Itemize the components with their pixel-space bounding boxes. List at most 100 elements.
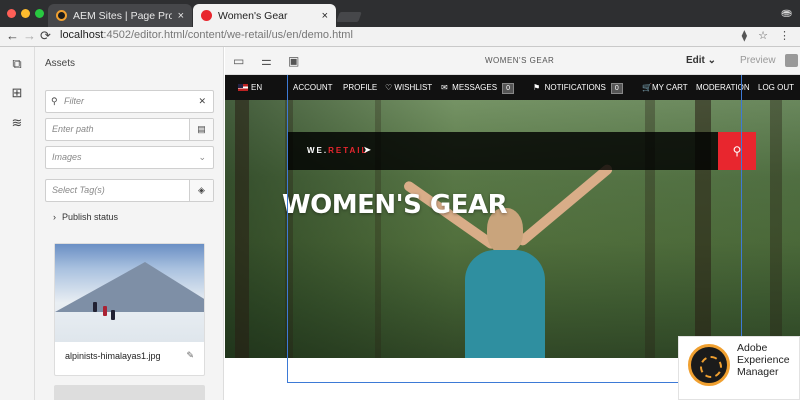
new-tab-button[interactable] <box>336 12 362 22</box>
close-tab-icon[interactable]: × <box>178 10 184 22</box>
site-header-bar: WE.RETAIL ➤ <box>288 132 718 170</box>
tags-placeholder: Select Tag(s) <box>52 185 105 195</box>
cart-label: MY CART <box>651 83 688 92</box>
minimize-window-button[interactable] <box>21 9 30 18</box>
path-field[interactable]: Enter path ▤ <box>45 118 214 141</box>
hero-title: WOMEN'S GEAR <box>282 190 508 220</box>
url-host: localhost <box>60 29 104 41</box>
climber-figure <box>111 310 115 320</box>
assets-title: Assets <box>45 58 76 69</box>
aem-wordmark-line3: Manager <box>737 366 779 378</box>
nav-logout[interactable]: LOG OUT <box>758 83 794 92</box>
browser-action-icons[interactable]: ⧫ ☆ ⋮ <box>742 29 794 42</box>
nav-wishlist[interactable]: ♡ WISHLIST <box>385 83 432 92</box>
aem-favicon-icon <box>56 10 67 21</box>
site-navigation: EN ACCOUNT PROFILE ♡ WISHLIST ✉ MESSAGES… <box>225 75 800 100</box>
path-placeholder: Enter path <box>52 124 94 134</box>
search-button[interactable]: ⚲ <box>718 132 756 170</box>
page-properties-icon[interactable]: ⚌ <box>261 54 272 68</box>
maximize-window-button[interactable] <box>35 9 44 18</box>
tab-aem-sites[interactable]: AEM Sites | Page Properties × <box>48 4 192 27</box>
messages-count-badge: 0 <box>502 83 514 94</box>
nav-notifications[interactable]: ⚑ NOTIFICATIONS 0 <box>533 83 623 94</box>
asset-card[interactable]: alpinists-himalayas1.jpg ✎ <box>54 243 205 376</box>
messages-label: MESSAGES <box>452 83 498 92</box>
browser-tab-bar: AEM Sites | Page Properties × Women's Ge… <box>0 0 800 27</box>
filter-field[interactable]: ⚲ Filter ✕ <box>45 90 214 113</box>
edit-pencil-icon[interactable]: ✎ <box>186 350 194 361</box>
tags-field[interactable]: Select Tag(s) ◈ <box>45 179 214 202</box>
flag-icon: ⚑ <box>533 83 541 92</box>
user-profile-icon[interactable]: ⛂ <box>781 5 792 21</box>
asset-type-select[interactable]: Images ⌄ <box>45 146 214 169</box>
nav-account[interactable]: ACCOUNT <box>293 83 333 92</box>
nav-moderation[interactable]: MODERATION <box>696 83 750 92</box>
envelope-icon: ✉ <box>441 83 448 92</box>
tab-label: Women's Gear <box>218 9 288 22</box>
heart-icon: ♡ <box>385 83 393 92</box>
editor-toolbar: ▭ ⚌ ▣ WOMEN'S GEAR Edit ⌄ Preview <box>225 47 800 75</box>
search-icon: ⚲ <box>732 144 742 158</box>
annotate-button[interactable] <box>785 54 798 67</box>
notifications-count-badge: 0 <box>610 83 623 94</box>
aem-wordmark-line1: Adobe <box>737 342 768 354</box>
address-bar: ← → ⟳ localhost:4502/editor.html/content… <box>0 27 800 47</box>
clear-icon[interactable]: ✕ <box>198 91 206 112</box>
logo-we: WE. <box>307 146 329 155</box>
edit-mode-select[interactable]: Edit ⌄ <box>686 55 716 66</box>
we-retail-logo[interactable]: WE.RETAIL <box>307 146 368 155</box>
chevron-down-icon: ⌄ <box>198 152 206 162</box>
we-retail-favicon-icon <box>201 10 212 21</box>
search-icon: ⚲ <box>51 96 58 106</box>
mountain-shape <box>55 262 204 312</box>
filter-placeholder: Filter <box>64 96 84 106</box>
side-rail: ⧉ ⊞ ≋ <box>0 47 35 400</box>
nav-profile[interactable]: PROFILE <box>343 83 377 92</box>
asset-name: alpinists-himalayas1.jpg <box>65 351 161 361</box>
assets-panel: Assets ⚲ Filter ✕ Enter path ▤ Images ⌄ … <box>35 47 224 400</box>
us-flag-icon <box>238 84 248 91</box>
tag-icon[interactable]: ◈ <box>189 180 213 201</box>
reload-icon[interactable]: ⟳ <box>40 28 51 44</box>
runner-body <box>465 250 545 358</box>
tab-womens-gear[interactable]: Women's Gear × <box>193 4 336 27</box>
nav-cart[interactable]: 🛒MY CART <box>642 83 688 92</box>
edit-mode-label: Edit <box>686 55 705 66</box>
asset-thumbnail <box>55 244 204 342</box>
asset-card[interactable] <box>54 385 205 400</box>
asset-name-row: alpinists-himalayas1.jpg ✎ <box>55 342 204 375</box>
aem-logo-icon <box>688 344 730 386</box>
emulator-icon[interactable]: ▣ <box>288 54 299 68</box>
asset-type-value: Images <box>52 152 82 162</box>
forward-icon[interactable]: → <box>23 28 36 43</box>
content-tree-icon[interactable]: ≋ <box>10 116 24 130</box>
mouse-cursor-icon: ➤ <box>363 145 372 156</box>
tab-label: AEM Sites | Page Properties <box>73 9 172 22</box>
tree-trunk <box>770 100 782 358</box>
publish-status-label: Publish status <box>62 212 119 222</box>
close-tab-icon[interactable]: × <box>322 10 328 22</box>
climber-figure <box>103 306 107 316</box>
toggle-side-panel-icon[interactable]: ▭ <box>233 54 244 68</box>
language-selector[interactable]: EN <box>238 83 262 92</box>
assets-finder-icon[interactable]: ⧉ <box>10 57 24 71</box>
page-title: WOMEN'S GEAR <box>485 56 555 65</box>
aem-wordmark-line2: Experience <box>737 354 790 366</box>
back-icon[interactable]: ← <box>6 28 19 43</box>
nav-messages[interactable]: ✉ MESSAGES 0 <box>441 83 514 94</box>
climber-figure <box>93 302 97 312</box>
aem-badge: Adobe Experience Manager <box>678 336 800 400</box>
publish-status-toggle[interactable]: › Publish status <box>53 212 124 222</box>
tree-trunk <box>235 100 249 358</box>
url-path: :4502/editor.html/content/we-retail/us/e… <box>103 29 353 41</box>
close-window-button[interactable] <box>7 9 16 18</box>
raised-arm-right <box>515 162 615 248</box>
preview-button[interactable]: Preview <box>740 55 776 66</box>
url-field[interactable]: localhost:4502/editor.html/content/we-re… <box>60 29 353 41</box>
aem-wordmark: Adobe Experience Manager <box>737 342 790 378</box>
notifications-label: NOTIFICATIONS <box>544 83 606 92</box>
language-label: EN <box>251 83 263 92</box>
browse-path-icon[interactable]: ▤ <box>189 119 213 140</box>
chevron-right-icon: › <box>53 212 56 222</box>
components-icon[interactable]: ⊞ <box>10 86 24 100</box>
